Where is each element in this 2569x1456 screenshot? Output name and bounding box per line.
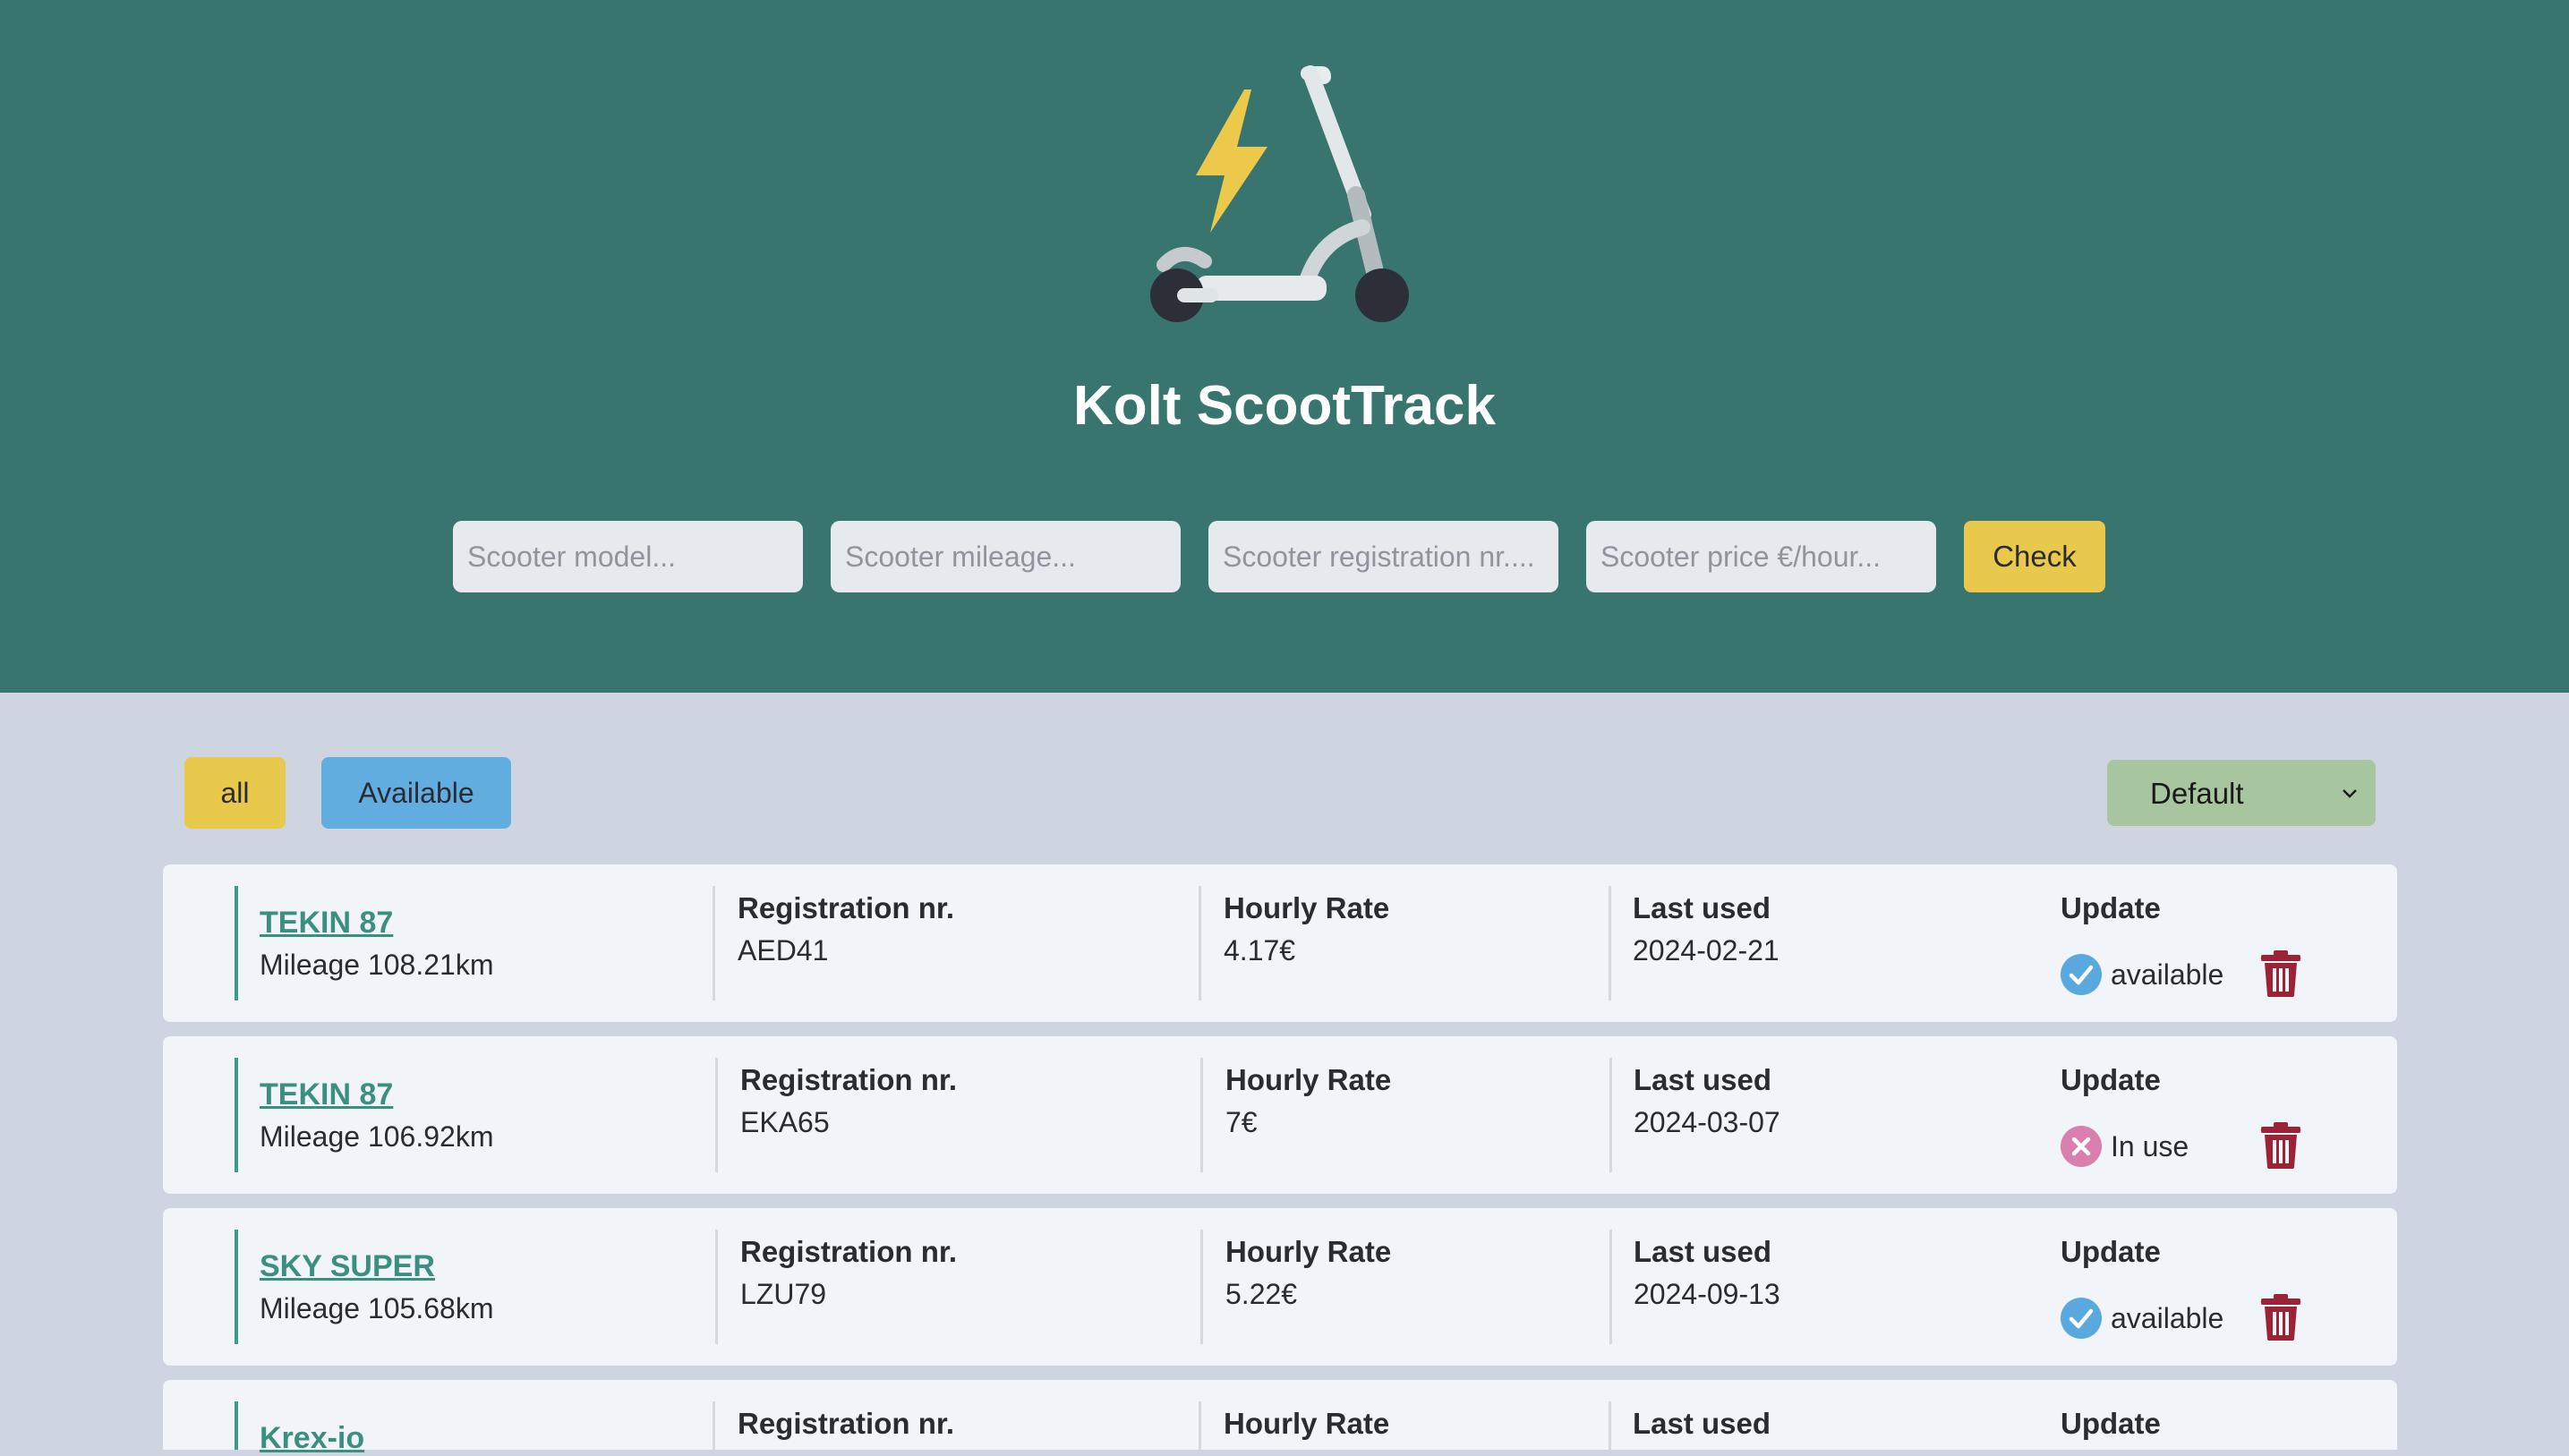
registration-label: Registration nr. [740,1235,958,1268]
trash-icon[interactable] [2261,1294,2300,1341]
column-divider [713,886,715,1000]
column-divider [715,1230,718,1344]
filter-available-button[interactable]: Available [321,757,511,829]
card-accent-bar [235,886,238,1000]
rate-value: 4.17€ [1224,934,1296,966]
registration-label: Registration nr. [738,891,955,924]
rate-label: Hourly Rate [1225,1063,1392,1096]
rate-value: 5.22€ [1225,1278,1298,1310]
header: Kolt ScootTrack Check [0,0,2569,693]
scooter-card: TEKIN 87 Mileage 108.21km Registration n… [163,864,2397,1022]
status-toggle[interactable]: In use [2061,1124,2189,1169]
check-circle-icon [2061,1298,2102,1339]
scooter-card: Krex-io Registration nr. Hourly Rate Las… [163,1380,2397,1455]
last-used-label: Last used [1633,1407,1771,1440]
last-used-value: 2024-02-21 [1633,934,1780,966]
scooter-logo-icon [1150,65,1409,322]
card-accent-bar [235,1058,238,1172]
status-toggle[interactable]: available [2061,952,2223,997]
registration-input[interactable] [1208,521,1558,592]
price-input[interactable] [1586,521,1936,592]
trash-icon[interactable] [2261,950,2300,997]
column-divider [1199,886,1201,1000]
model-input[interactable] [453,521,803,592]
sort-select[interactable]: Default [2107,760,2376,826]
card-accent-bar [235,1230,238,1344]
registration-value: AED41 [738,934,829,966]
last-used-label: Last used [1634,1235,1772,1268]
check-button[interactable]: Check [1964,521,2105,592]
registration-value: EKA65 [740,1106,830,1138]
column-divider [1200,1230,1203,1344]
mileage-input[interactable] [831,521,1181,592]
rate-label: Hourly Rate [1224,891,1390,924]
last-used-label: Last used [1634,1063,1772,1096]
status-text: available [2111,958,2224,991]
scooter-model-link[interactable]: SKY SUPER [260,1249,435,1284]
column-divider [1609,886,1611,1000]
x-circle-icon [2061,1126,2102,1167]
rate-value: 7€ [1225,1106,1258,1138]
update-label: Update [2061,1407,2161,1440]
column-divider [1609,1058,1612,1172]
column-divider [713,1401,715,1450]
status-toggle[interactable]: available [2061,1296,2223,1341]
update-label: Update [2061,891,2161,924]
status-text: available [2111,1301,2224,1334]
scooter-mileage: Mileage 105.68km [260,1292,494,1324]
sort-selected-value: Default [2150,777,2244,810]
scooter-card: SKY SUPER Mileage 105.68km Registration … [163,1208,2397,1366]
registration-label: Registration nr. [740,1063,958,1096]
scooter-mileage: Mileage 108.21km [260,949,494,981]
scooter-card: TEKIN 87 Mileage 106.92km Registration n… [163,1036,2397,1194]
last-used-value: 2024-09-13 [1634,1278,1780,1310]
status-text: In use [2111,1129,2189,1162]
registration-value: LZU79 [740,1278,827,1310]
update-label: Update [2061,1235,2161,1268]
trash-icon[interactable] [2261,1122,2300,1169]
check-circle-icon [2061,954,2102,995]
scooter-model-link[interactable]: TEKIN 87 [260,906,393,941]
last-used-label: Last used [1633,891,1771,924]
column-divider [1199,1401,1201,1450]
registration-label: Registration nr. [738,1407,955,1440]
column-divider [1200,1058,1203,1172]
scooter-model-link[interactable]: TEKIN 87 [260,1077,393,1112]
rate-label: Hourly Rate [1224,1407,1390,1440]
filter-all-button[interactable]: all [184,757,286,829]
card-accent-bar [235,1401,238,1450]
column-divider [1609,1230,1612,1344]
chevron-down-icon [2343,789,2357,798]
scooter-mileage: Mileage 106.92km [260,1120,494,1153]
column-divider [715,1058,718,1172]
column-divider [1609,1401,1611,1450]
app-title: Kolt ScootTrack [1073,375,1496,437]
rate-label: Hourly Rate [1225,1235,1392,1268]
scooter-model-link[interactable]: Krex-io [260,1421,364,1456]
last-used-value: 2024-03-07 [1634,1106,1780,1138]
update-label: Update [2061,1063,2161,1096]
